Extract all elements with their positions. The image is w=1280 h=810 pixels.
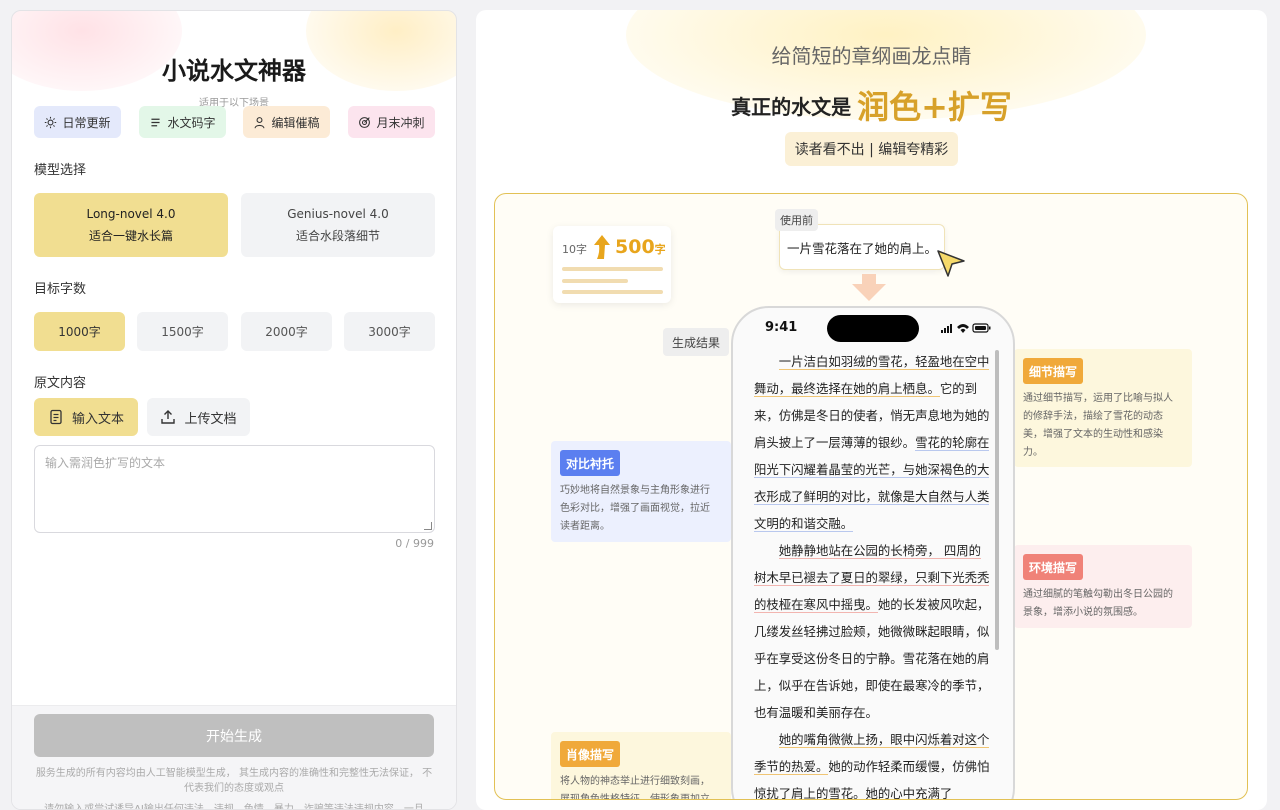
model-option-long-novel[interactable]: Long-novel 4.0 适合一键水长篇 [34, 193, 228, 257]
word-count-option[interactable]: 1500字 [137, 312, 228, 351]
word-count-to-number: 500 [615, 236, 655, 258]
headline: 真正的水文是 润色+扩写 [476, 82, 1267, 128]
document-icon [50, 409, 62, 425]
word-growth-card: 10字 500字 [553, 226, 671, 303]
annotation-desc-line: 美，增强了文本的生动性和感染 [1023, 429, 1163, 440]
upload-icon [161, 410, 176, 424]
annotation-portrait: 肖像描写 将人物的神态举止进行细致刻画， 展现角色性格特征，使形象更加立 [551, 732, 731, 800]
disclaimer-line: 请勿输入或尝试诱导AI输出任何违法、违规、色情、暴力、诈骗等违法违规内容，一旦 [44, 804, 424, 810]
word-count-option[interactable]: 1000字 [34, 312, 125, 351]
scene-tag-label: 编辑催稿 [271, 115, 320, 130]
annotation-badge: 对比衬托 [560, 450, 621, 476]
resize-handle[interactable] [424, 522, 432, 530]
source-text-placeholder: 输入需润色扩写的文本 [45, 456, 166, 470]
source-section-label: 原文内容 [34, 376, 87, 391]
word-count-option[interactable]: 3000字 [344, 312, 435, 351]
story-segment: 她的长发被风吹起，几缕发丝轻拂过脸颊，她微微眯起眼睛，似乎在享受这份冬日的宁静。… [754, 597, 990, 720]
annotation-badge: 环境描写 [1023, 554, 1084, 580]
headline-highlight: 润色+扩写 [857, 88, 1012, 126]
annotation-desc-line: 色彩对比，增强了画面视觉，拉近 [560, 503, 710, 514]
result-tag: 生成结果 [663, 328, 729, 356]
showcase-panel: 给简短的章纲画龙点睛 真正的水文是 润色+扩写 读者看不出 | 编辑夸精彩 10… [476, 10, 1267, 810]
annotation-detail: 细节描写 通过细节描写，运用了比喻与拟人 的修辞手法，描绘了雪花的动态 美，增强… [1014, 349, 1192, 467]
generated-story: 一片洁白如羽绒的雪花，轻盈地在空中舞动，最终选择在她的肩上栖息。它的到来，仿佛是… [754, 348, 991, 799]
annotation-desc-line: 景象，增添小说的氛围感。 [1023, 607, 1143, 618]
story-paragraph: 她静静地站在公园的长椅旁， 四周的树木早已褪去了夏日的翠绿，只剩下光秃秃的枝桠在… [754, 537, 991, 726]
status-icons [941, 323, 991, 333]
target-icon [359, 116, 371, 128]
annotation-environment: 环境描写 通过细腻的笔触勾勒出冬日公园的 景象，增添小说的氛围感。 [1014, 545, 1192, 628]
user-icon [254, 116, 265, 128]
phone-time: 9:41 [765, 320, 798, 335]
story-paragraph: 她的嘴角微微上扬，眼中闪烁着对这个季节的热爱。她的动作轻柔而缓慢，仿佛怕惊扰了肩… [754, 726, 991, 799]
scene-tag-daily-update[interactable]: 日常更新 [34, 106, 121, 138]
scene-tags: 日常更新 水文码字 编辑催稿 月末冲刺 [34, 106, 436, 138]
arrow-down-icon [852, 274, 886, 301]
annotation-desc-line: 通过细节描写，运用了比喻与拟人 [1023, 393, 1173, 404]
model-name: Genius-novel 4.0 [287, 206, 389, 221]
annotation-desc-line: 巧妙地将自然景象与主角形象进行 [560, 485, 710, 496]
phone-scrollbar[interactable] [995, 350, 999, 650]
scene-tag-writing[interactable]: 水文码字 [139, 106, 226, 138]
input-text-button[interactable]: 输入文本 [34, 398, 138, 436]
input-text-label: 输入文本 [71, 411, 124, 427]
annotation-desc-line: 力。 [1023, 447, 1043, 458]
annotation-desc-line: 通过细腻的笔触勾勒出冬日公园的 [1023, 589, 1173, 600]
disclaimer-text: 服务生成的所有内容均由人工智能模型生成， 其生成内容的准确性和完整性无法保证， … [34, 766, 434, 810]
scene-tag-label: 水文码字 [167, 115, 216, 130]
sun-icon [45, 116, 57, 128]
annotation-desc: 通过细节描写，运用了比喻与拟人 的修辞手法，描绘了雪花的动态 美，增强了文本的生… [1023, 390, 1173, 462]
annotation-desc-line: 将人物的神态举止进行细致刻画， [560, 776, 710, 787]
annotation-desc-line: 读者距离。 [560, 521, 610, 532]
upload-document-button[interactable]: 上传文档 [147, 398, 250, 436]
annotation-badge: 细节描写 [1023, 358, 1084, 384]
generate-button[interactable]: 开始生成 [34, 714, 434, 757]
model-option-genius-novel[interactable]: Genius-novel 4.0 适合水段落细节 [241, 193, 435, 257]
word-count-section-label: 目标字数 [34, 282, 87, 297]
tagline: 给简短的章纲画龙点睛 [771, 44, 972, 68]
model-section-label: 模型选择 [34, 163, 87, 178]
text-line-decoration [562, 279, 628, 283]
settings-panel: 小说水文神器 适用于以下场景 日常更新 水文码字 编辑催稿 月末冲刺 模型选择 … [11, 10, 457, 810]
story-paragraph: 一片洁白如羽绒的雪花，轻盈地在空中舞动，最终选择在她的肩上栖息。它的到来，仿佛是… [754, 348, 991, 537]
annotation-desc: 巧妙地将自然景象与主角形象进行 色彩对比，增强了画面视觉，拉近 读者距离。 [560, 482, 710, 536]
annotation-badge: 肖像描写 [560, 741, 621, 767]
source-text-input[interactable]: 输入需润色扩写的文本 [34, 445, 435, 533]
upload-document-label: 上传文档 [184, 411, 237, 427]
word-count-option[interactable]: 2000字 [241, 312, 332, 351]
headline-prefix: 真正的水文是 [731, 94, 852, 119]
text-line-decoration [562, 290, 663, 294]
char-counter: 0 / 999 [395, 537, 434, 550]
model-name: Long-novel 4.0 [86, 206, 176, 221]
word-count-to-unit: 字 [654, 243, 666, 256]
scene-tag-sprint[interactable]: 月末冲刺 [348, 106, 435, 138]
scene-tag-label: 月末冲刺 [376, 115, 425, 130]
annotation-contrast: 对比衬托 巧妙地将自然景象与主角形象进行 色彩对比，增强了画面视觉，拉近 读者距… [551, 441, 731, 542]
model-desc: 适合水段落细节 [295, 228, 380, 243]
annotation-desc-line: 的修辞手法，描绘了雪花的动态 [1023, 411, 1163, 422]
word-count-to: 500字 [615, 236, 666, 258]
text-line-decoration [562, 267, 663, 271]
annotation-desc-line: 展现角色性格特征，使形象更加立 [560, 794, 710, 800]
example-showcase: 10字 500字 一片雪花落在了她的肩上。 使用前 生成结果 对比衬托 巧妙地将… [494, 193, 1248, 800]
arrow-up-icon [594, 235, 610, 259]
annotation-desc: 将人物的神态举止进行细致刻画， 展现角色性格特征，使形象更加立 [560, 773, 710, 800]
before-tag: 使用前 [775, 209, 818, 231]
scene-tag-label: 日常更新 [62, 115, 111, 130]
lines-icon [151, 118, 161, 126]
scene-tag-editor[interactable]: 编辑催稿 [243, 106, 330, 138]
dynamic-island [827, 315, 919, 342]
disclaimer-line: 服务生成的所有内容均由人工智能模型生成， 其生成内容的准确性和完整性无法保证， … [35, 768, 433, 794]
model-desc: 适合一键水长篇 [88, 228, 173, 243]
annotation-desc: 通过细腻的笔触勾勒出冬日公园的 景象，增添小说的氛围感。 [1023, 586, 1173, 622]
app-title: 小说水文神器 [162, 57, 306, 85]
cursor-icon [937, 250, 965, 277]
slogan-pill: 读者看不出 | 编辑夸精彩 [785, 132, 958, 166]
phone-mockup: 9:41 一片洁白如羽绒的雪花，轻盈地在空中舞动，最终选择在她的肩上栖息。它的到… [731, 306, 1015, 799]
word-count-from: 10字 [562, 243, 587, 256]
